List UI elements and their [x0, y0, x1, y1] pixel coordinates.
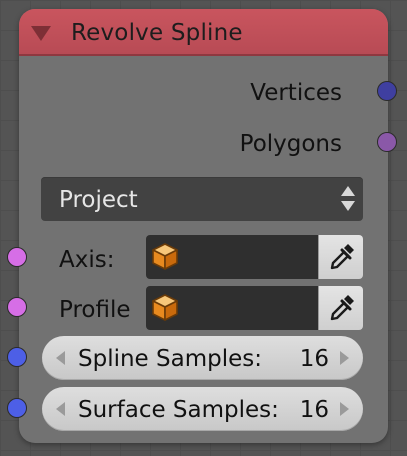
- input-socket-surface-samples[interactable]: [7, 398, 27, 418]
- cube-icon: [152, 243, 178, 270]
- axis-eyedropper-button[interactable]: [318, 235, 363, 279]
- profile-eyedropper-button[interactable]: [318, 286, 363, 330]
- eyedropper-icon: [330, 244, 354, 270]
- spline-samples-value: 16: [299, 346, 329, 372]
- node-header[interactable]: Revolve Spline: [19, 9, 388, 56]
- axis-label: Axis:: [59, 247, 115, 273]
- input-socket-profile[interactable]: [7, 297, 27, 317]
- input-socket-spline-samples[interactable]: [7, 347, 27, 367]
- spline-samples-label: Spline Samples:: [78, 346, 262, 372]
- decrement-arrow-icon[interactable]: [56, 351, 65, 365]
- output-label-polygons: Polygons: [239, 131, 342, 157]
- updown-arrows-icon: [341, 184, 355, 214]
- decrement-arrow-icon[interactable]: [56, 402, 65, 416]
- profile-object-field[interactable]: [146, 286, 318, 330]
- mode-dropdown-value: Project: [59, 187, 138, 213]
- spline-samples-field[interactable]: Spline Samples: 16: [42, 336, 363, 380]
- surface-samples-label: Surface Samples:: [78, 397, 279, 423]
- node-title: Revolve Spline: [71, 20, 243, 46]
- output-socket-vertices[interactable]: [377, 81, 397, 101]
- surface-samples-value: 16: [299, 397, 329, 423]
- eyedropper-icon: [330, 295, 354, 321]
- output-label-vertices: Vertices: [250, 80, 342, 106]
- mode-dropdown[interactable]: Project: [41, 177, 363, 221]
- input-socket-axis[interactable]: [7, 247, 27, 267]
- revolve-spline-node[interactable]: Revolve Spline Vertices Polygons Project…: [7, 9, 397, 443]
- output-socket-polygons[interactable]: [377, 132, 397, 152]
- profile-label: Profile: [59, 297, 131, 323]
- increment-arrow-icon[interactable]: [340, 351, 349, 365]
- collapse-triangle-icon[interactable]: [31, 26, 51, 41]
- increment-arrow-icon[interactable]: [340, 402, 349, 416]
- cube-icon: [152, 294, 178, 321]
- axis-object-field[interactable]: [146, 235, 318, 279]
- surface-samples-field[interactable]: Surface Samples: 16: [42, 387, 363, 431]
